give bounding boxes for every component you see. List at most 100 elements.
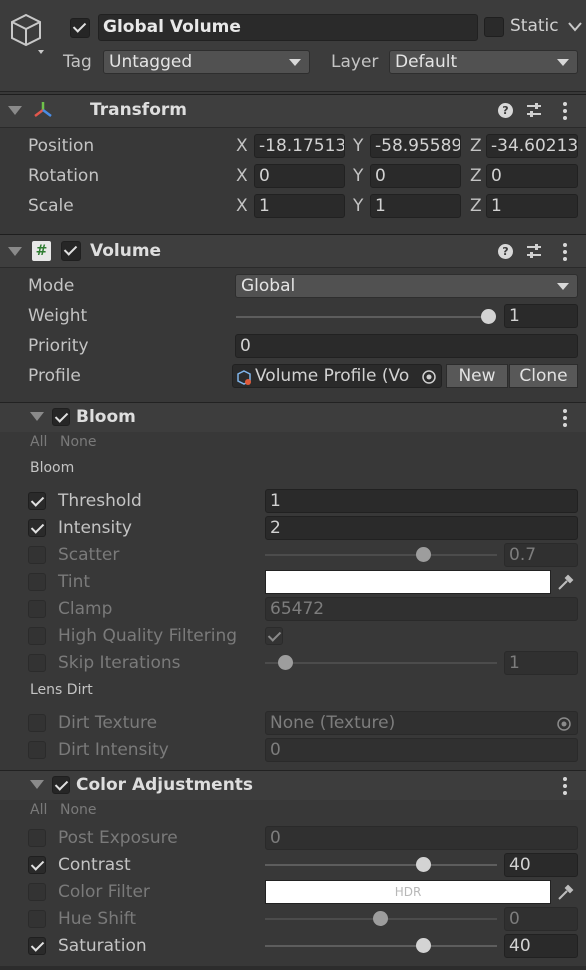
- priority-field[interactable]: 0: [235, 334, 578, 358]
- scale-x-field[interactable]: 1: [254, 194, 345, 218]
- position-y-field[interactable]: -58.95589: [370, 134, 461, 158]
- sliders-icon[interactable]: [526, 102, 542, 118]
- color-all-button[interactable]: All: [30, 802, 47, 818]
- volume-enabled-checkbox[interactable]: [61, 241, 81, 261]
- position-label: Position: [28, 136, 95, 156]
- mode-label: Mode: [28, 276, 75, 296]
- contrast-field[interactable]: 40: [504, 853, 578, 877]
- weight-slider-track[interactable]: [236, 316, 494, 318]
- foldout-arrow-icon[interactable]: [30, 780, 44, 789]
- rotation-x-field[interactable]: 0: [254, 164, 345, 188]
- static-label: Static: [510, 16, 559, 36]
- color-filter-override-checkbox[interactable]: [28, 883, 46, 901]
- tag-label: Tag: [63, 52, 92, 72]
- color-filter-field[interactable]: HDR: [265, 880, 551, 904]
- kebab-icon[interactable]: [563, 102, 567, 120]
- tag-value: Untagged: [109, 52, 193, 72]
- weight-slider-knob[interactable]: [481, 309, 496, 324]
- threshold-field[interactable]: 1: [265, 489, 578, 513]
- axis-x-label: X: [236, 166, 248, 186]
- saturation-slider-knob[interactable]: [416, 938, 431, 953]
- clone-profile-button[interactable]: Clone: [509, 364, 578, 388]
- profile-field[interactable]: Volume Profile (Vo: [232, 364, 442, 388]
- foldout-arrow-icon[interactable]: [30, 412, 44, 421]
- skip-iterations-override-checkbox[interactable]: [28, 654, 46, 672]
- saturation-slider-track[interactable]: [265, 945, 497, 947]
- hue-shift-slider-knob[interactable]: [373, 911, 388, 926]
- layer-dropdown[interactable]: Default: [389, 50, 578, 74]
- threshold-override-checkbox[interactable]: [28, 492, 46, 510]
- tag-dropdown[interactable]: Untagged: [103, 50, 310, 74]
- bloom-title: Bloom: [76, 407, 136, 427]
- scatter-slider-knob[interactable]: [416, 547, 431, 562]
- kebab-icon[interactable]: [563, 243, 567, 261]
- axis-z-label: Z: [470, 196, 482, 216]
- tint-color-field[interactable]: [265, 570, 551, 594]
- saturation-field[interactable]: 40: [504, 934, 578, 958]
- kebab-icon[interactable]: [563, 409, 567, 427]
- axis-y-label: Y: [353, 166, 364, 186]
- static-dropdown-icon[interactable]: [568, 22, 582, 32]
- clamp-override-checkbox[interactable]: [28, 600, 46, 618]
- tint-label: Tint: [58, 572, 91, 592]
- cube-icon: [11, 13, 44, 54]
- foldout-arrow-icon[interactable]: [8, 106, 22, 115]
- dirt-intensity-field[interactable]: 0: [265, 738, 578, 762]
- rotation-y-field[interactable]: 0: [370, 164, 461, 188]
- active-toggle[interactable]: [70, 18, 90, 38]
- post-exposure-field[interactable]: 0: [265, 826, 578, 850]
- tint-override-checkbox[interactable]: [28, 573, 46, 591]
- scale-z-field[interactable]: 1: [486, 194, 578, 218]
- bloom-all-button[interactable]: All: [30, 434, 47, 450]
- contrast-slider-track[interactable]: [265, 864, 497, 866]
- dirt-texture-override-checkbox[interactable]: [28, 714, 46, 732]
- mode-value: Global: [241, 276, 296, 296]
- weight-field[interactable]: 1: [504, 304, 578, 328]
- bloom-none-button[interactable]: None: [60, 434, 97, 450]
- axis-x-label: X: [236, 136, 248, 156]
- saturation-override-checkbox[interactable]: [28, 937, 46, 955]
- contrast-slider-knob[interactable]: [416, 857, 431, 872]
- position-z-field[interactable]: -34.60213: [486, 134, 578, 158]
- object-picker-icon[interactable]: [421, 369, 437, 385]
- hue-shift-override-checkbox[interactable]: [28, 910, 46, 928]
- skip-iterations-slider-track[interactable]: [265, 662, 497, 664]
- new-profile-button[interactable]: New: [446, 364, 508, 388]
- skip-iterations-slider-knob[interactable]: [278, 655, 293, 670]
- scale-y-field[interactable]: 1: [370, 194, 461, 218]
- eyedropper-icon[interactable]: [557, 574, 574, 591]
- hue-shift-field[interactable]: 0: [504, 907, 578, 931]
- scatter-override-checkbox[interactable]: [28, 546, 46, 564]
- scatter-slider-track[interactable]: [265, 554, 497, 556]
- position-x-field[interactable]: -18.17513: [254, 134, 345, 158]
- dirt-texture-label: Dirt Texture: [58, 713, 158, 733]
- mode-dropdown[interactable]: Global: [235, 274, 578, 298]
- hqf-override-checkbox[interactable]: [28, 627, 46, 645]
- clamp-field[interactable]: 65472: [265, 597, 578, 621]
- hqf-value-checkbox[interactable]: [265, 627, 283, 645]
- eyedropper-icon[interactable]: [557, 884, 574, 901]
- object-name-field[interactable]: Global Volume: [98, 14, 478, 41]
- scatter-field[interactable]: 0.7: [504, 543, 578, 567]
- contrast-override-checkbox[interactable]: [28, 856, 46, 874]
- bloom-group-label: Bloom: [30, 460, 75, 476]
- static-checkbox[interactable]: [484, 17, 504, 37]
- color-none-button[interactable]: None: [60, 802, 97, 818]
- bloom-enabled-checkbox[interactable]: [52, 408, 70, 426]
- saturation-label: Saturation: [58, 936, 147, 956]
- sliders-icon[interactable]: [526, 243, 542, 259]
- intensity-override-checkbox[interactable]: [28, 519, 46, 537]
- help-icon[interactable]: ?: [498, 103, 513, 118]
- rotation-z-field[interactable]: 0: [486, 164, 578, 188]
- skip-iterations-field[interactable]: 1: [504, 651, 578, 675]
- foldout-arrow-icon[interactable]: [8, 247, 22, 256]
- color-adjustments-enabled-checkbox[interactable]: [52, 776, 70, 794]
- object-picker-icon[interactable]: [556, 716, 572, 732]
- dirt-texture-field[interactable]: None (Texture): [265, 711, 578, 735]
- kebab-icon[interactable]: [563, 777, 567, 795]
- layer-label: Layer: [331, 52, 379, 72]
- intensity-field[interactable]: 2: [265, 516, 578, 540]
- help-icon[interactable]: ?: [498, 244, 513, 259]
- post-exposure-override-checkbox[interactable]: [28, 829, 46, 847]
- dirt-intensity-override-checkbox[interactable]: [28, 741, 46, 759]
